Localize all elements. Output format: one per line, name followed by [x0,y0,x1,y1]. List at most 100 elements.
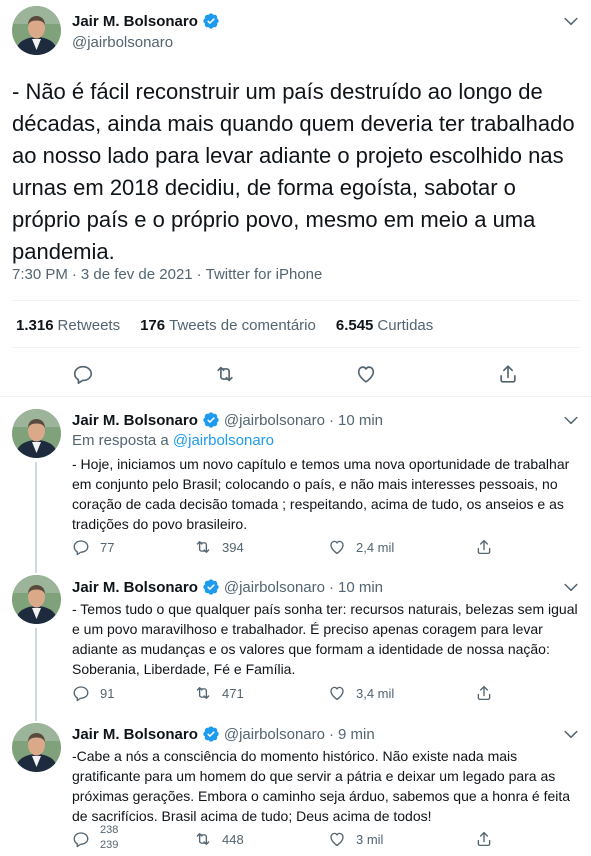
like-icon [328,830,346,848]
dot-separator: · [328,725,334,743]
tweet-stats: 1.316 Retweets 176 Tweets de comentário 6.… [16,317,433,334]
like-count: 3,4 mil [356,685,395,701]
verified-badge-icon [202,12,220,30]
retweet-action[interactable]: 471 [194,684,244,702]
verified-badge-icon [202,578,220,596]
likes-label: Curtidas [377,317,434,334]
likes-stat[interactable]: 6.545 Curtidas [336,317,433,334]
retweets-label: Retweets [57,317,121,334]
author-handle[interactable]: @jairbolsonaro [224,726,325,743]
verified-badge-icon [202,411,220,429]
avatar[interactable] [12,575,61,624]
retweets-stat[interactable]: 1.316 Retweets [16,317,120,334]
author-name[interactable]: Jair M. Bolsonaro [72,726,198,743]
reply-count: 91 [100,685,115,701]
reply-header: Jair M. Bolsonaro @jairbolsonaro · 10 mi… [72,578,383,596]
like-action[interactable]: 2,4 mil [328,538,394,556]
author-handle[interactable]: @jairbolsonaro [224,579,325,596]
more-caret-icon[interactable] [561,410,581,430]
tweet-text: - Não é fácil reconstruir um país destru… [12,79,575,264]
avatar[interactable] [12,723,61,772]
author-name-row[interactable]: Jair M. Bolsonaro [72,12,220,30]
share-action[interactable] [475,684,493,702]
main-tweet: Jair M. Bolsonaro @jairbolsonaro - Não é… [0,0,591,396]
mention-link[interactable]: @jairbolsonaro [173,432,274,449]
share-action[interactable] [475,538,493,556]
reply-tweet[interactable]: Jair M. Bolsonaro @jairbolsonaro · 9 min… [0,717,591,856]
reply-icon [72,684,90,702]
reply-text: - Temos tudo o que qualquer país sonha t… [72,601,578,677]
meta-separator: · [196,266,202,283]
reply-action[interactable]: 77 [72,538,114,556]
retweet-action[interactable]: 394 [194,538,244,556]
like-count: 2,4 mil [356,539,395,555]
share-icon[interactable] [497,363,519,385]
like-icon [328,684,346,702]
reply-count: 77 [100,539,115,555]
like-action[interactable]: 3 mil [328,830,383,848]
reply-header: Jair M. Bolsonaro @jairbolsonaro · 9 min [72,725,375,743]
reply-icon [72,538,90,556]
reply-header: Jair M. Bolsonaro @jairbolsonaro · 10 mi… [72,411,383,429]
avatar[interactable] [12,409,61,458]
author-handle[interactable]: @jairbolsonaro [224,412,325,429]
reply-actions: 77 394 2,4 mil [72,538,572,558]
like-count: 3 mil [356,831,384,847]
share-icon [475,830,493,848]
divider [12,347,579,348]
reply-count-previous: 238 [100,824,119,836]
author-handle[interactable]: @jairbolsonaro [72,34,173,51]
retweet-count: 471 [222,685,244,701]
reply-actions: 238 239 448 3 mil [72,825,572,851]
thread-line [35,717,37,721]
more-caret-icon[interactable] [561,11,581,31]
reply-count: 239 [100,839,119,851]
share-action[interactable] [475,830,493,848]
reply-action[interactable]: 238 239 [72,825,118,851]
thread-line [35,628,37,717]
author-name[interactable]: Jair M. Bolsonaro [72,13,198,30]
retweet-icon [194,538,212,556]
dot-separator: · [328,411,334,429]
reply-icon[interactable] [72,363,94,385]
retweet-icon[interactable] [214,363,236,385]
reply-icon [72,830,90,848]
reply-time[interactable]: 9 min [338,726,375,743]
more-caret-icon[interactable] [561,577,581,597]
retweets-count: 1.316 [16,317,54,334]
tweet-actions [0,363,591,387]
reply-text: - Hoje, iniciamos um novo capítulo e tem… [72,456,570,532]
dot-separator: · [328,578,334,596]
like-action[interactable]: 3,4 mil [328,684,394,702]
tweet-time[interactable]: 7:30 PM [12,266,68,283]
reply-action[interactable]: 91 [72,684,114,702]
retweet-count: 394 [222,539,244,555]
comments-stat[interactable]: 176 Tweets de comentário [140,317,316,334]
reply-time[interactable]: 10 min [338,412,383,429]
tweet-date[interactable]: 3 de fev de 2021 [81,266,193,283]
verified-badge-icon [202,725,220,743]
more-caret-icon[interactable] [561,724,581,744]
author-name[interactable]: Jair M. Bolsonaro [72,579,198,596]
author-name[interactable]: Jair M. Bolsonaro [72,412,198,429]
reply-tweet[interactable]: Jair M. Bolsonaro @jairbolsonaro · 10 mi… [0,569,591,717]
reply-actions: 91 471 3,4 mil [72,684,572,704]
retweet-action[interactable]: 448 [194,830,244,848]
divider [12,300,579,301]
retweet-icon [194,830,212,848]
share-icon [475,684,493,702]
in-reply-prefix: Em resposta a [72,432,169,449]
reply-tweet[interactable]: Jair M. Bolsonaro @jairbolsonaro · 10 mi… [0,397,591,569]
meta-separator: · [71,266,77,283]
thread-line [35,462,37,569]
reply-time[interactable]: 10 min [338,579,383,596]
avatar[interactable] [12,6,61,55]
thread-line [35,569,37,573]
like-icon[interactable] [355,363,377,385]
likes-count: 6.545 [335,317,374,334]
comments-count: 176 [140,317,166,334]
tweet-source[interactable]: Twitter for iPhone [206,266,323,283]
tweet-meta: 7:30 PM · 3 de fev de 2021 · Twitter for… [12,266,322,283]
retweet-icon [194,684,212,702]
like-icon [328,538,346,556]
